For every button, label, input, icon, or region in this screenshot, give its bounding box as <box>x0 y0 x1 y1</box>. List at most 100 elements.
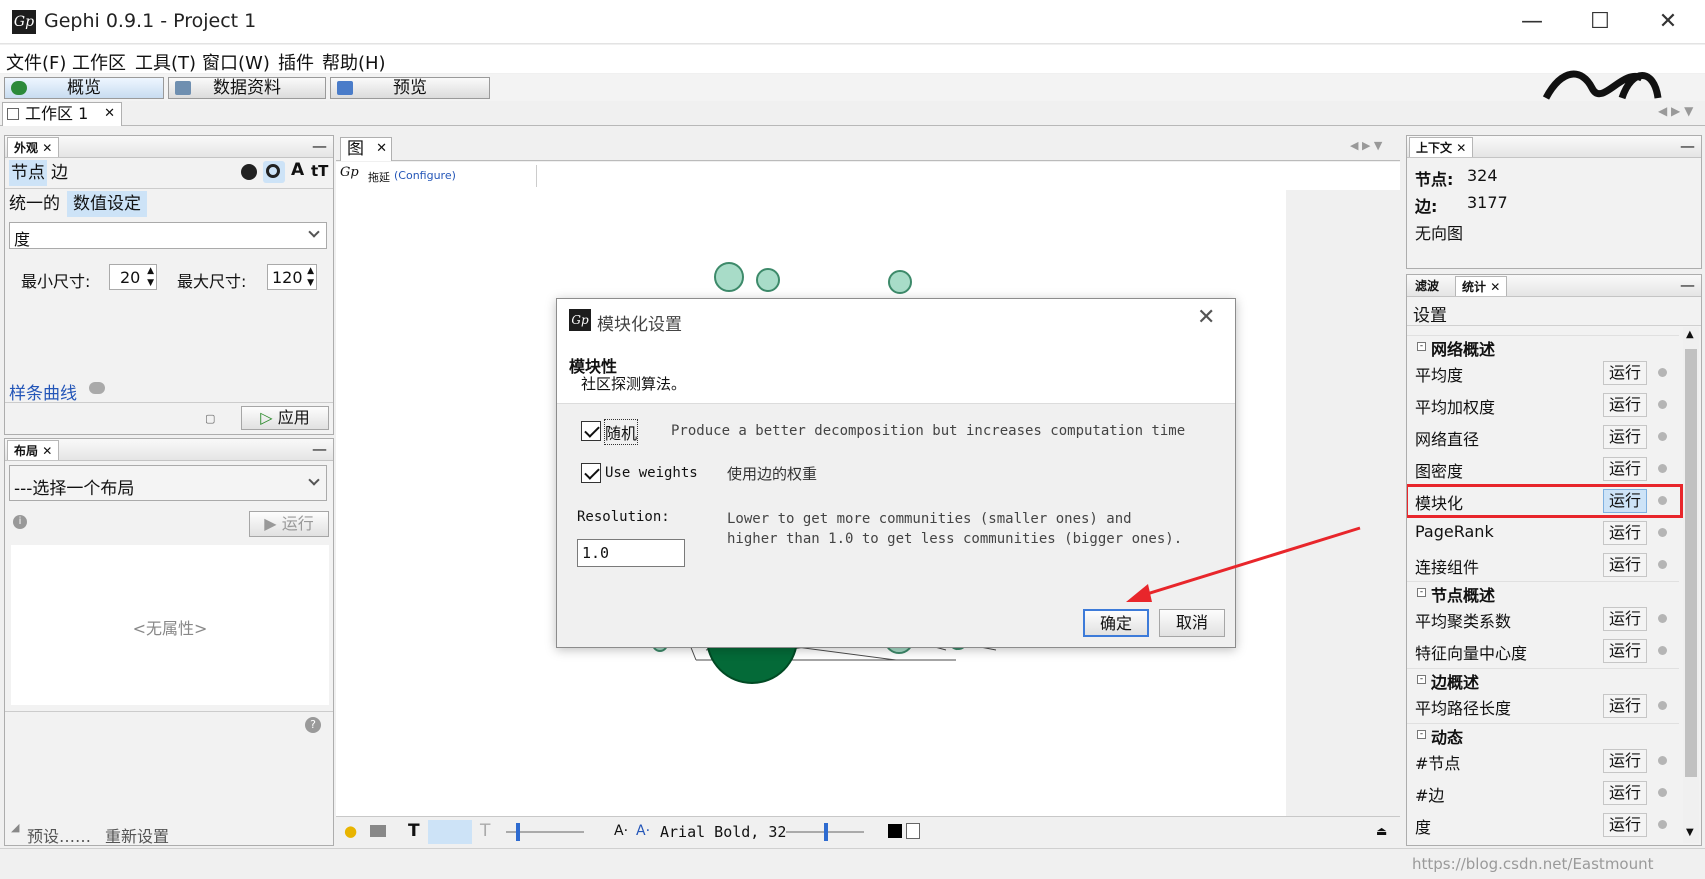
menu-tools[interactable]: 工具(T) <box>135 49 196 75</box>
network-overview-header[interactable]: - 网络概述 <box>1407 335 1679 359</box>
label-size-slider[interactable] <box>786 823 864 841</box>
tab-edges[interactable]: 边 <box>51 160 68 186</box>
run-button[interactable]: 运行 <box>1603 694 1647 718</box>
text-icon[interactable]: T <box>480 821 490 841</box>
randomize-checkbox[interactable] <box>581 421 601 441</box>
menu-workspace[interactable]: 工作区 <box>72 49 126 75</box>
dialog-title: 模块化设置 <box>597 315 682 335</box>
run-button[interactable]: 运行 <box>1603 361 1647 385</box>
minimize-icon[interactable]: — <box>312 439 327 459</box>
layout-properties-area: <无属性> <box>11 545 329 705</box>
minimize-icon[interactable]: — <box>312 136 327 156</box>
stat-row: 连接组件 运行 <box>1407 550 1679 580</box>
reset-link[interactable]: 重新设置 <box>105 823 169 847</box>
statistics-scrollbar[interactable]: ▲ ▼ <box>1683 327 1699 843</box>
menu-window[interactable]: 窗口(W) <box>202 49 270 75</box>
minimize-icon[interactable]: — <box>1680 136 1695 156</box>
run-button[interactable]: 运行 <box>1603 781 1647 805</box>
expand-icon[interactable]: ⏏ <box>1376 824 1387 838</box>
minimize-icon[interactable]: — <box>1680 275 1695 295</box>
spline-eye-icon[interactable] <box>89 382 105 394</box>
run-button[interactable]: 运行 <box>1603 813 1647 837</box>
tab-overview[interactable]: 概览 <box>4 77 164 99</box>
graph-node[interactable] <box>888 270 912 294</box>
edge-scale-slider[interactable] <box>506 823 584 841</box>
screenshot-icon[interactable] <box>370 825 386 837</box>
close-window-button[interactable]: ✕ <box>1636 0 1700 44</box>
use-weights-checkbox[interactable] <box>581 463 601 483</box>
show-labels-icon[interactable]: T <box>408 821 420 841</box>
randomize-label[interactable]: 随机 <box>603 419 639 445</box>
label-color-swatch[interactable] <box>888 824 902 838</box>
presets-link[interactable]: 预设…… <box>27 823 91 847</box>
graph-bottom-toolbar: ● T T A· A· Arial Bold, 32 ⏏ <box>336 816 1400 846</box>
maximize-button[interactable]: ☐ <box>1568 0 1632 44</box>
cancel-button[interactable]: 取消 <box>1159 609 1225 637</box>
appearance-tab[interactable]: 外观 ✕ <box>7 137 60 157</box>
help-icon[interactable]: ? <box>305 717 321 733</box>
dialog-header: 模块性 社区探测算法。 <box>557 343 1235 404</box>
graph-node[interactable] <box>756 268 780 292</box>
size-icon[interactable] <box>263 161 285 183</box>
minimize-button[interactable]: — <box>1500 0 1564 44</box>
auto-apply-icon[interactable]: ▢ <box>205 412 215 425</box>
status-icon <box>1658 788 1667 797</box>
graph-tab[interactable]: 图 ✕ <box>340 137 392 161</box>
tab-preview[interactable]: 预览 <box>330 77 490 99</box>
graph-scroll-icon[interactable]: ◀ ▶ ▼ <box>1350 139 1382 152</box>
use-weights-label[interactable]: Use weights <box>605 465 698 481</box>
max-size-input[interactable]: 120 ▲ ▼ <box>267 264 317 290</box>
spline-link[interactable]: 样条曲线 <box>9 379 77 404</box>
configure-link[interactable]: (Configure) <box>394 169 456 182</box>
menu-file[interactable]: 文件(F) <box>6 49 66 75</box>
min-size-input[interactable]: 20 ▲ ▼ <box>109 264 157 290</box>
menu-help[interactable]: 帮助(H) <box>322 49 386 75</box>
run-button[interactable]: 运行 <box>1603 425 1647 449</box>
filter-tab[interactable]: 滤波 <box>1409 276 1445 296</box>
resolution-input[interactable]: 1.0 <box>577 539 685 567</box>
palette-icon[interactable] <box>241 164 257 180</box>
run-button[interactable]: 运行 <box>1603 457 1647 481</box>
node-overview-header[interactable]: - 节点概述 <box>1407 581 1679 605</box>
graph-node[interactable] <box>714 262 744 292</box>
gephi-dialog-icon: Gp <box>569 309 591 331</box>
ok-button[interactable]: 确定 <box>1083 609 1149 637</box>
close-workspace-icon[interactable]: ✕ <box>104 103 115 125</box>
label-color-icon[interactable]: A <box>291 160 304 180</box>
close-graph-icon[interactable]: ✕ <box>376 138 387 160</box>
window-title: Gephi 0.9.1 - Project 1 <box>44 10 257 32</box>
label-size-icon[interactable]: tT <box>311 162 328 180</box>
run-button[interactable]: 运行 <box>1603 749 1647 773</box>
statistics-tab[interactable]: 统计 ✕ <box>1455 276 1508 296</box>
mode-unique[interactable]: 统一的 <box>9 191 60 217</box>
run-button[interactable]: 运行 <box>1603 607 1647 631</box>
workspace-tab[interactable]: 工作区 1 ✕ <box>2 102 122 126</box>
layout-select[interactable]: ---选择一个布局 <box>9 465 327 501</box>
run-button[interactable]: 运行 <box>1603 393 1647 417</box>
tab-nodes[interactable]: 节点 <box>9 160 47 186</box>
edge-toggle-icon[interactable] <box>428 820 472 844</box>
apply-button[interactable]: ▷ 应用 <box>241 406 329 430</box>
stat-row: 平均路径长度 运行 <box>1407 691 1679 721</box>
menu-plugins[interactable]: 插件 <box>278 49 314 75</box>
run-layout-button[interactable]: ▶ 运行 <box>249 511 329 537</box>
context-tab[interactable]: 上下文 ✕ <box>1409 137 1474 157</box>
font-label[interactable]: Arial Bold, 32 <box>660 823 786 841</box>
tab-data-laboratory[interactable]: 数据资料 <box>168 77 326 99</box>
settings-label[interactable]: 设置 <box>1413 301 1447 326</box>
bulb-icon[interactable]: ● <box>344 822 357 840</box>
mode-ranking[interactable]: 数值设定 <box>67 191 147 217</box>
info-icon[interactable]: i <box>13 515 27 529</box>
edge-overview-header[interactable]: - 边概述 <box>1407 668 1679 692</box>
font-a-icon[interactable]: A· <box>614 823 628 839</box>
attribute-select[interactable]: 度 <box>9 222 327 249</box>
dynamic-header[interactable]: - 动态 <box>1407 723 1679 747</box>
run-button[interactable]: 运行 <box>1603 553 1647 577</box>
font-color-icon[interactable]: A· <box>636 823 650 839</box>
run-button[interactable]: 运行 <box>1603 639 1647 663</box>
scroll-arrows-icon[interactable]: ◀ ▶ ▼ <box>1658 104 1693 118</box>
clipboard-icon[interactable] <box>906 823 920 839</box>
run-button[interactable]: 运行 <box>1603 521 1647 545</box>
layout-tab[interactable]: 布局 ✕ <box>7 440 60 460</box>
dialog-close-button[interactable]: ✕ <box>1197 305 1215 330</box>
